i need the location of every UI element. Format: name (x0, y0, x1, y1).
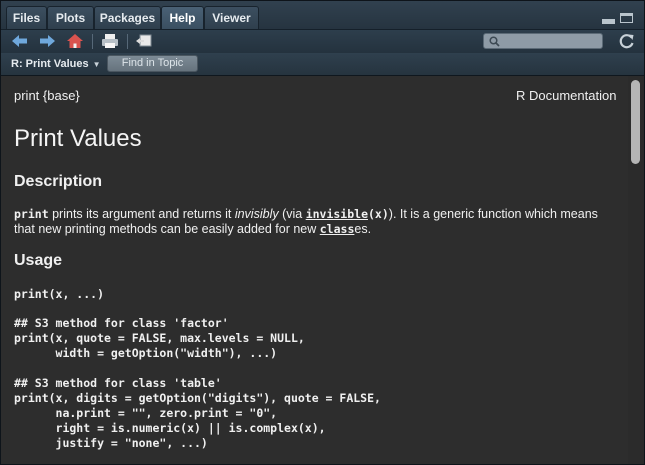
forward-arrow-icon[interactable] (37, 32, 57, 50)
scrollbar-thumb[interactable] (631, 80, 640, 164)
home-icon[interactable] (65, 32, 85, 50)
description-paragraph: print prints its argument and returns it… (14, 207, 598, 236)
usage-code-table: ## S3 method for class 'table' print(x, … (14, 376, 381, 450)
refresh-icon[interactable] (617, 32, 637, 50)
minimize-pane-icon[interactable] (602, 19, 615, 24)
usage-code-default: print(x, ...) (14, 287, 105, 301)
search-icon (489, 36, 500, 47)
help-document: print {base} R Documentation Print Value… (1, 76, 628, 464)
tab-packages[interactable]: Packages (94, 6, 161, 29)
toolbar-separator (92, 34, 93, 49)
link-invisible[interactable]: invisible (306, 207, 368, 221)
help-pane: Files Plots Packages Help Viewer R: Prin… (0, 0, 645, 465)
usage-heading: Usage (14, 252, 63, 269)
vertical-scrollbar[interactable] (628, 76, 644, 464)
maximize-pane-icon[interactable] (620, 13, 633, 23)
tab-plots[interactable]: Plots (47, 6, 94, 29)
topic-bar: R: Print Values ▼ Find in Topic (1, 53, 644, 76)
print-icon[interactable] (100, 32, 120, 50)
tab-files[interactable]: Files (6, 6, 47, 29)
open-in-new-window-icon[interactable] (134, 32, 154, 50)
link-class[interactable]: class (320, 222, 355, 236)
doc-package-label: print {base} (14, 88, 80, 103)
find-in-topic-input[interactable]: Find in Topic (107, 55, 198, 72)
tab-viewer[interactable]: Viewer (204, 6, 259, 29)
tab-strip: Files Plots Packages Help Viewer (1, 1, 644, 30)
usage-code-factor: ## S3 method for class 'factor' print(x,… (14, 316, 305, 360)
back-arrow-icon[interactable] (10, 32, 30, 50)
doc-source-label: R Documentation (516, 88, 617, 103)
doc-title: Print Values (14, 125, 142, 152)
chevron-down-icon: ▼ (92, 60, 101, 69)
description-heading: Description (14, 173, 103, 190)
toolbar-separator (127, 34, 128, 49)
help-search-input[interactable] (483, 33, 603, 49)
topic-breadcrumb-dropdown[interactable]: R: Print Values ▼ (11, 53, 101, 76)
help-toolbar (1, 30, 644, 54)
code-print: print (14, 207, 49, 221)
tab-help[interactable]: Help (161, 6, 204, 29)
